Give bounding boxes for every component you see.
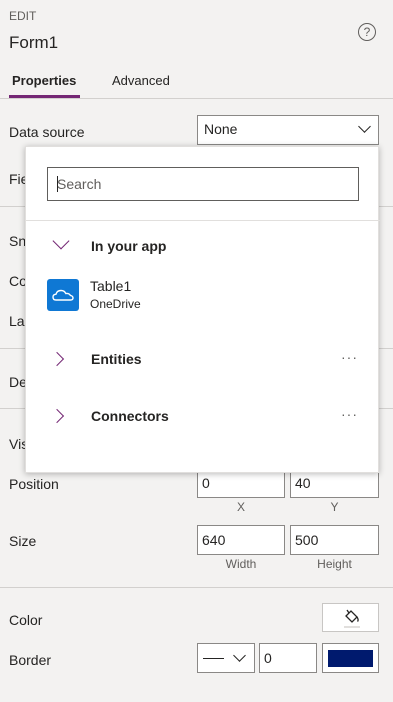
data-source-flyout: Search In your app Table1 OneDrive Entit… [25, 146, 380, 473]
table1-item[interactable]: Table1 OneDrive [90, 278, 330, 314]
height-input[interactable]: 500 [290, 525, 379, 555]
flyout-divider [26, 220, 380, 221]
section-divider [0, 587, 393, 588]
entities-more-icon[interactable]: ··· [341, 349, 358, 365]
width-input[interactable]: 640 [197, 525, 285, 555]
entities-label[interactable]: Entities [91, 351, 142, 367]
chevron-down-icon [52, 232, 70, 250]
connectors-more-icon[interactable]: ··· [341, 406, 358, 422]
tab-properties[interactable]: Properties [12, 73, 76, 88]
border-color-swatch [328, 650, 373, 667]
chevron-right-icon [49, 351, 65, 367]
expander-connectors[interactable] [49, 407, 68, 425]
item-name: Table1 [90, 278, 132, 294]
search-placeholder: Search [57, 176, 102, 192]
border-thickness-input[interactable]: 0 [259, 643, 317, 673]
position-label: Position [9, 476, 59, 492]
snap-label: Sn [9, 233, 27, 249]
onedrive-icon [47, 279, 79, 311]
size-label: Size [9, 533, 37, 549]
border-color-picker[interactable] [322, 643, 379, 673]
in-your-app-label[interactable]: In your app [91, 238, 166, 254]
height-caption: Height [317, 557, 352, 571]
expander-entities[interactable] [49, 350, 68, 368]
data-source-label: Data source [9, 124, 85, 140]
border-style-line [203, 658, 224, 659]
chevron-down-icon [233, 649, 246, 662]
help-icon[interactable]: ? [358, 23, 376, 41]
expander-in-your-app[interactable] [52, 232, 70, 254]
edit-caption: EDIT [9, 9, 37, 23]
x-caption: X [236, 500, 245, 514]
width-caption: Width [225, 557, 257, 571]
text-cursor [57, 176, 58, 192]
border-label: Border [9, 652, 52, 668]
color-label: Color [9, 612, 43, 628]
chevron-right-icon [49, 408, 65, 424]
tabs-divider [0, 98, 393, 99]
tab-advanced[interactable]: Advanced [112, 73, 170, 88]
layout-label: La [9, 313, 25, 329]
paint-bucket-icon [344, 609, 360, 628]
y-caption: Y [330, 500, 339, 514]
search-input[interactable]: Search [47, 167, 359, 201]
data-source-value: None [204, 121, 238, 137]
border-style-dropdown[interactable] [197, 643, 255, 673]
connectors-label[interactable]: Connectors [91, 408, 169, 424]
item-source: OneDrive [90, 297, 141, 311]
control-name: Form1 [9, 33, 59, 52]
color-picker-button[interactable] [322, 603, 379, 632]
chevron-down-icon [358, 120, 371, 133]
